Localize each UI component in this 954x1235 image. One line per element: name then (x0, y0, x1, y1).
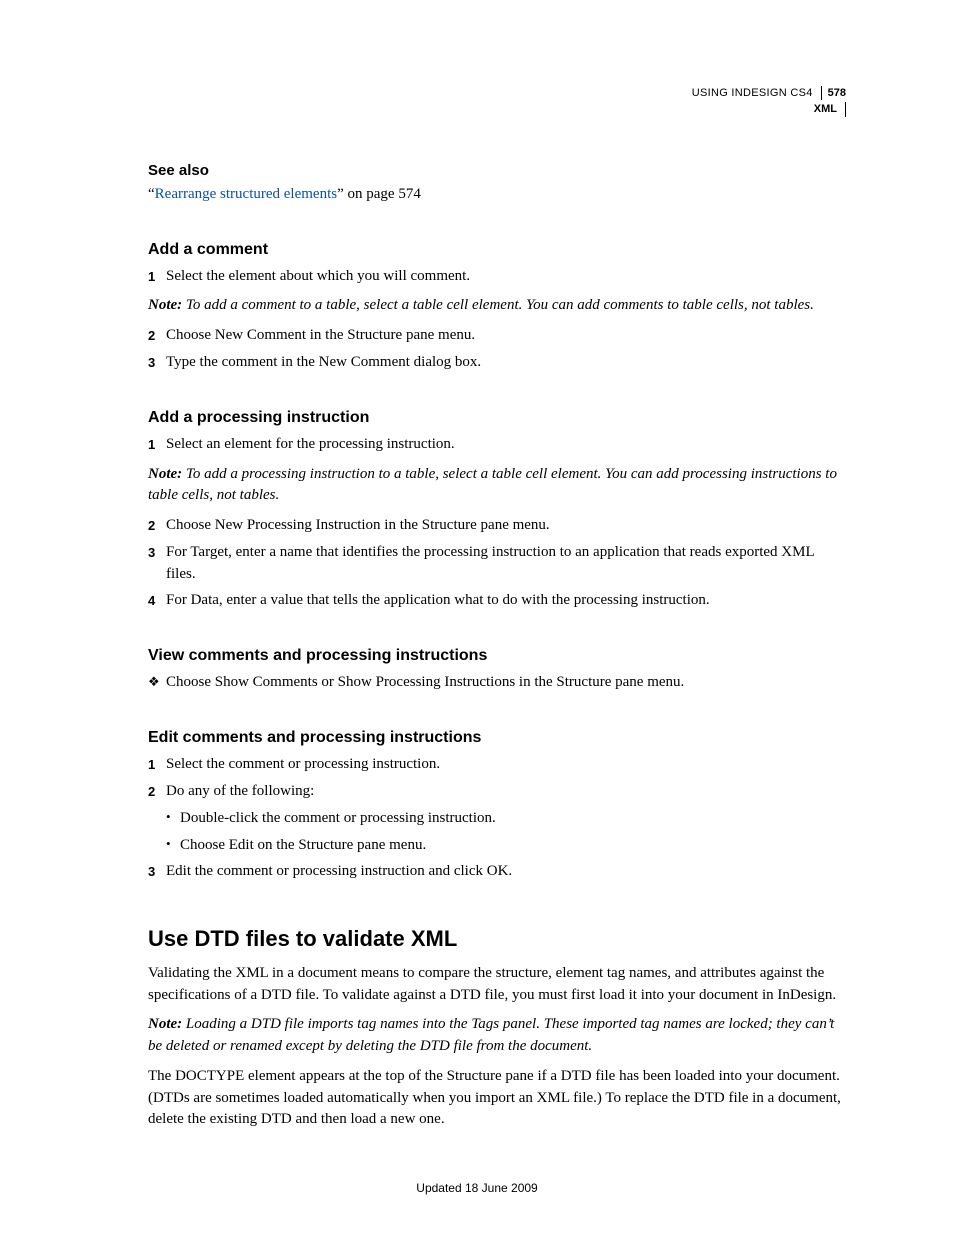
step-number: 3 (148, 861, 166, 883)
step-text: For Data, enter a value that tells the a… (166, 590, 846, 612)
diamond-bullet-icon: ❖ (148, 672, 166, 694)
step-row: 4 For Data, enter a value that tells the… (148, 590, 846, 612)
step-text: Select the comment or processing instruc… (166, 754, 846, 776)
step-number: 1 (148, 266, 166, 288)
see-also-heading: See also (148, 160, 846, 182)
step-text: Select an element for the processing ins… (166, 434, 846, 456)
bullet-text: Choose Show Comments or Show Processing … (166, 672, 846, 694)
sub-bullet-row: • Choose Edit on the Structure pane menu… (166, 835, 846, 857)
step-number: 2 (148, 781, 166, 803)
note-label: Note: (148, 1016, 182, 1032)
quote-open: “ (148, 186, 155, 202)
edit-comments-heading: Edit comments and processing instruction… (148, 726, 846, 749)
dot-bullet-icon: • (166, 808, 180, 830)
step-text: Type the comment in the New Comment dial… (166, 352, 846, 374)
dtd-para-2: The DOCTYPE element appears at the top o… (148, 1066, 846, 1131)
note-block: Note: Loading a DTD file imports tag nam… (148, 1014, 846, 1058)
add-processing-instruction-heading: Add a processing instruction (148, 406, 846, 429)
step-text: For Target, enter a name that identifies… (166, 542, 846, 586)
quote-close: ” (337, 186, 344, 202)
footer-updated: Updated 18 June 2009 (0, 1180, 954, 1197)
step-number: 3 (148, 542, 166, 586)
rearrange-elements-link[interactable]: Rearrange structured elements (155, 186, 337, 202)
sub-bullet-text: Double-click the comment or processing i… (180, 808, 846, 830)
header-chapter: XML (814, 102, 846, 116)
page: USING INDESIGN CS4578 XML See also “Rear… (0, 0, 954, 1235)
step-number: 4 (148, 590, 166, 612)
step-row: 2 Do any of the following: (148, 781, 846, 803)
sub-bullet-row: • Double-click the comment or processing… (166, 808, 846, 830)
note-label: Note: (148, 297, 182, 313)
dot-bullet-icon: • (166, 835, 180, 857)
step-number: 2 (148, 325, 166, 347)
step-text: Select the element about which you will … (166, 266, 846, 288)
running-header: USING INDESIGN CS4578 XML (692, 86, 846, 117)
step-row: 3 Type the comment in the New Comment di… (148, 352, 846, 374)
step-text: Choose New Processing Instruction in the… (166, 515, 846, 537)
note-block: Note: To add a processing instruction to… (148, 464, 846, 508)
step-row: 2 Choose New Comment in the Structure pa… (148, 325, 846, 347)
note-block: Note: To add a comment to a table, selec… (148, 295, 846, 317)
see-also-xref: “Rearrange structured elements” on page … (148, 184, 846, 206)
note-text: To add a processing instruction to a tab… (148, 466, 837, 504)
step-text: Do any of the following: (166, 781, 846, 803)
step-text: Choose New Comment in the Structure pane… (166, 325, 846, 347)
step-row: 3 For Target, enter a name that identifi… (148, 542, 846, 586)
step-number: 2 (148, 515, 166, 537)
sub-bullet-text: Choose Edit on the Structure pane menu. (180, 835, 846, 857)
step-row: 1 Select the comment or processing instr… (148, 754, 846, 776)
content-body: See also “Rearrange structured elements”… (148, 160, 846, 1131)
step-row: 3 Edit the comment or processing instruc… (148, 861, 846, 883)
add-comment-heading: Add a comment (148, 238, 846, 261)
page-ref: on page 574 (344, 186, 421, 202)
use-dtd-heading: Use DTD files to validate XML (148, 923, 846, 955)
note-text: Loading a DTD file imports tag names int… (148, 1016, 834, 1054)
page-number: 578 (822, 87, 846, 99)
note-label: Note: (148, 466, 182, 482)
view-comments-heading: View comments and processing instruction… (148, 644, 846, 667)
dtd-para-1: Validating the XML in a document means t… (148, 963, 846, 1007)
step-number: 3 (148, 352, 166, 374)
step-text: Edit the comment or processing instructi… (166, 861, 846, 883)
step-number: 1 (148, 754, 166, 776)
step-row: 1 Select the element about which you wil… (148, 266, 846, 288)
step-row: 1 Select an element for the processing i… (148, 434, 846, 456)
step-row: 2 Choose New Processing Instruction in t… (148, 515, 846, 537)
header-book: USING INDESIGN CS4 (692, 86, 822, 100)
step-number: 1 (148, 434, 166, 456)
note-text: To add a comment to a table, select a ta… (182, 297, 814, 313)
bullet-row: ❖ Choose Show Comments or Show Processin… (148, 672, 846, 694)
